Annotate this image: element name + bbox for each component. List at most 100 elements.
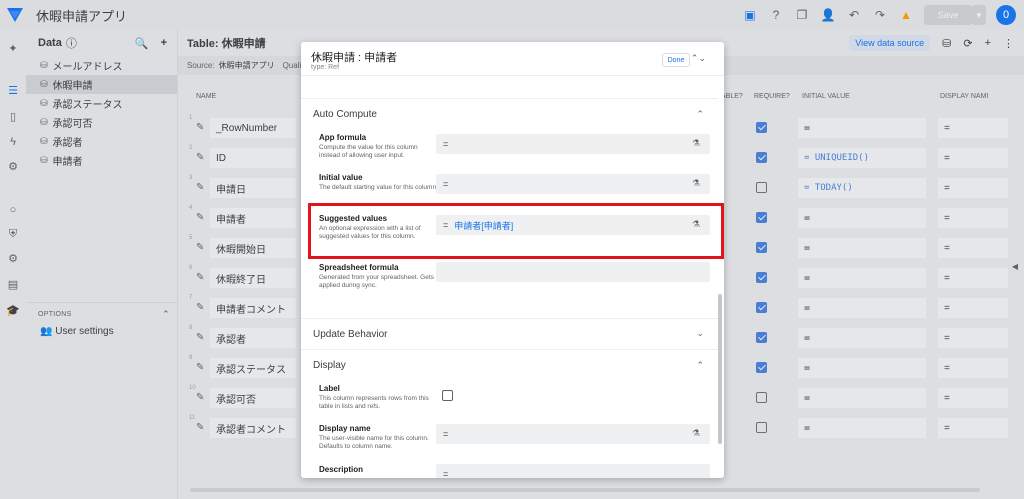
undo-icon[interactable]: ↶ <box>846 7 862 23</box>
manage-icon[interactable]: ▤ <box>5 276 21 292</box>
data-table-item[interactable]: ⛁ 承認ステータス <box>26 94 177 113</box>
edit-pencil-icon[interactable]: ✎ <box>196 152 204 163</box>
initial-value-field[interactable]: = <box>798 268 926 288</box>
edit-pencil-icon[interactable]: ✎ <box>196 122 204 133</box>
initial-value-field[interactable]: = <box>798 358 926 378</box>
display-name-field[interactable]: = <box>938 298 1008 318</box>
edit-pencil-icon[interactable]: ✎ <box>196 302 204 313</box>
display-name-field[interactable]: = <box>938 118 1008 138</box>
help-icon[interactable]: ? <box>768 7 784 23</box>
info-icon[interactable]: ⓘ <box>66 35 77 51</box>
initial-value-field[interactable]: = <box>798 118 926 138</box>
initial-value-field[interactable]: = <box>798 328 926 348</box>
initial-value-field[interactable]: = <box>798 298 926 318</box>
display-name-field[interactable]: = <box>938 388 1008 408</box>
data-table-item[interactable]: ⛁ 承認可否 <box>26 113 177 132</box>
edit-pencil-icon[interactable]: ✎ <box>196 332 204 343</box>
source-value[interactable]: 休暇申請アプリ <box>219 60 275 71</box>
phone-icon[interactable]: ▯ <box>5 108 21 124</box>
flask-icon[interactable]: ⚗ <box>692 428 700 439</box>
chevron-down-icon[interactable]: ⌄ <box>696 328 704 339</box>
gear-icon[interactable]: ⚙ <box>5 250 21 266</box>
initial-value-field[interactable]: = <box>798 208 926 228</box>
calendar-icon[interactable]: ▣ <box>742 7 758 23</box>
collapse-arrow-icon[interactable]: ◀ <box>1012 262 1018 271</box>
sparkle-icon[interactable]: ✦ <box>5 40 21 56</box>
require-checkbox[interactable] <box>756 122 767 133</box>
require-checkbox[interactable] <box>756 212 767 223</box>
search-icon[interactable]: 🔍 <box>135 37 149 50</box>
column-name-field[interactable]: 承認者 <box>210 328 296 348</box>
view-data-source-button[interactable]: View data source <box>849 35 931 51</box>
save-options-chevron-icon[interactable]: ▼ <box>972 5 986 25</box>
display-name-field[interactable]: = <box>938 148 1008 168</box>
avatar[interactable]: 0 <box>996 5 1016 25</box>
column-name-field[interactable]: ID <box>210 148 296 168</box>
display-name-field[interactable]: = <box>938 328 1008 348</box>
column-name-field[interactable]: 申請者コメント <box>210 298 296 318</box>
add-icon[interactable]: + <box>161 37 167 50</box>
redo-icon[interactable]: ↷ <box>872 7 888 23</box>
appsheet-logo-icon[interactable] <box>0 0 30 30</box>
edit-pencil-icon[interactable]: ✎ <box>196 422 204 433</box>
flask-icon[interactable]: ⚗ <box>692 138 700 149</box>
chevron-up-icon[interactable]: ⌃ <box>696 109 704 120</box>
require-checkbox[interactable] <box>756 362 767 373</box>
initial-value-field[interactable]: = TODAY() <box>798 178 926 198</box>
edit-pencil-icon[interactable]: ✎ <box>196 182 204 193</box>
update-behavior-title[interactable]: Update Behavior <box>313 329 388 340</box>
display-name-field[interactable]: = <box>938 418 1008 438</box>
done-button[interactable]: Done <box>662 53 690 67</box>
require-checkbox[interactable] <box>756 422 767 433</box>
column-name-field[interactable]: _RowNumber <box>210 118 296 138</box>
copy-icon[interactable]: ❐ <box>794 7 810 23</box>
require-checkbox[interactable] <box>756 302 767 313</box>
save-button[interactable]: Save <box>924 5 972 25</box>
column-name-field[interactable]: 休暇開始日 <box>210 238 296 258</box>
database-icon[interactable]: ⛁ <box>942 37 951 50</box>
initial-value-input[interactable]: = ⚗ <box>436 174 710 194</box>
edit-pencil-icon[interactable]: ✎ <box>196 242 204 253</box>
options-title[interactable]: OPTIONS ⌃ <box>26 303 178 320</box>
column-name-field[interactable]: 申請日 <box>210 178 296 198</box>
column-name-field[interactable]: 承認可否 <box>210 388 296 408</box>
chevron-up-icon[interactable]: ⌃ <box>162 309 170 320</box>
security-icon[interactable]: ⛨ <box>5 226 21 242</box>
require-checkbox[interactable] <box>756 242 767 253</box>
require-checkbox[interactable] <box>756 392 767 403</box>
initial-value-field[interactable]: = <box>798 238 926 258</box>
data-table-item[interactable]: ⛁ 承認者 <box>26 132 177 151</box>
display-name-field[interactable]: = <box>938 268 1008 288</box>
initial-value-field[interactable]: = <box>798 388 926 408</box>
edit-pencil-icon[interactable]: ✎ <box>196 212 204 223</box>
more-vert-icon[interactable]: ⋮ <box>1003 37 1014 50</box>
display-title[interactable]: Display <box>313 360 346 371</box>
learn-icon[interactable]: 🎓 <box>5 302 21 318</box>
user-settings-item[interactable]: 👥 User settings <box>26 318 178 337</box>
app-formula-input[interactable]: = ⚗ <box>436 134 710 154</box>
require-checkbox[interactable] <box>756 182 767 193</box>
display-name-field[interactable]: = <box>938 178 1008 198</box>
require-checkbox[interactable] <box>756 152 767 163</box>
edit-pencil-icon[interactable]: ✎ <box>196 392 204 403</box>
horizontal-scrollbar[interactable] <box>190 488 980 492</box>
chevron-up-icon[interactable]: ⌃ <box>696 360 704 371</box>
add-column-icon[interactable]: + <box>985 37 991 49</box>
share-user-icon[interactable]: 👤 <box>820 7 836 23</box>
lightbulb-icon[interactable]: ○ <box>5 202 21 218</box>
label-checkbox[interactable] <box>442 390 453 401</box>
column-name-field[interactable]: 承認ステータス <box>210 358 296 378</box>
data-icon[interactable]: ☰ <box>5 82 21 98</box>
automation-icon[interactable]: ϟ <box>5 134 21 150</box>
data-table-item[interactable]: ⛁ 休暇申請 <box>26 75 177 94</box>
edit-pencil-icon[interactable]: ✎ <box>196 272 204 283</box>
edit-pencil-icon[interactable]: ✎ <box>196 362 204 373</box>
data-table-item[interactable]: ⛁ メールアドレス <box>26 56 177 75</box>
require-checkbox[interactable] <box>756 272 767 283</box>
display-name-field[interactable]: = <box>938 238 1008 258</box>
dialog-scrollbar[interactable] <box>718 294 722 444</box>
column-name-field[interactable]: 申請者 <box>210 208 296 228</box>
auto-compute-title[interactable]: Auto Compute <box>313 109 377 120</box>
warning-icon[interactable]: ▲ <box>898 7 914 23</box>
display-name-field[interactable]: = <box>938 358 1008 378</box>
